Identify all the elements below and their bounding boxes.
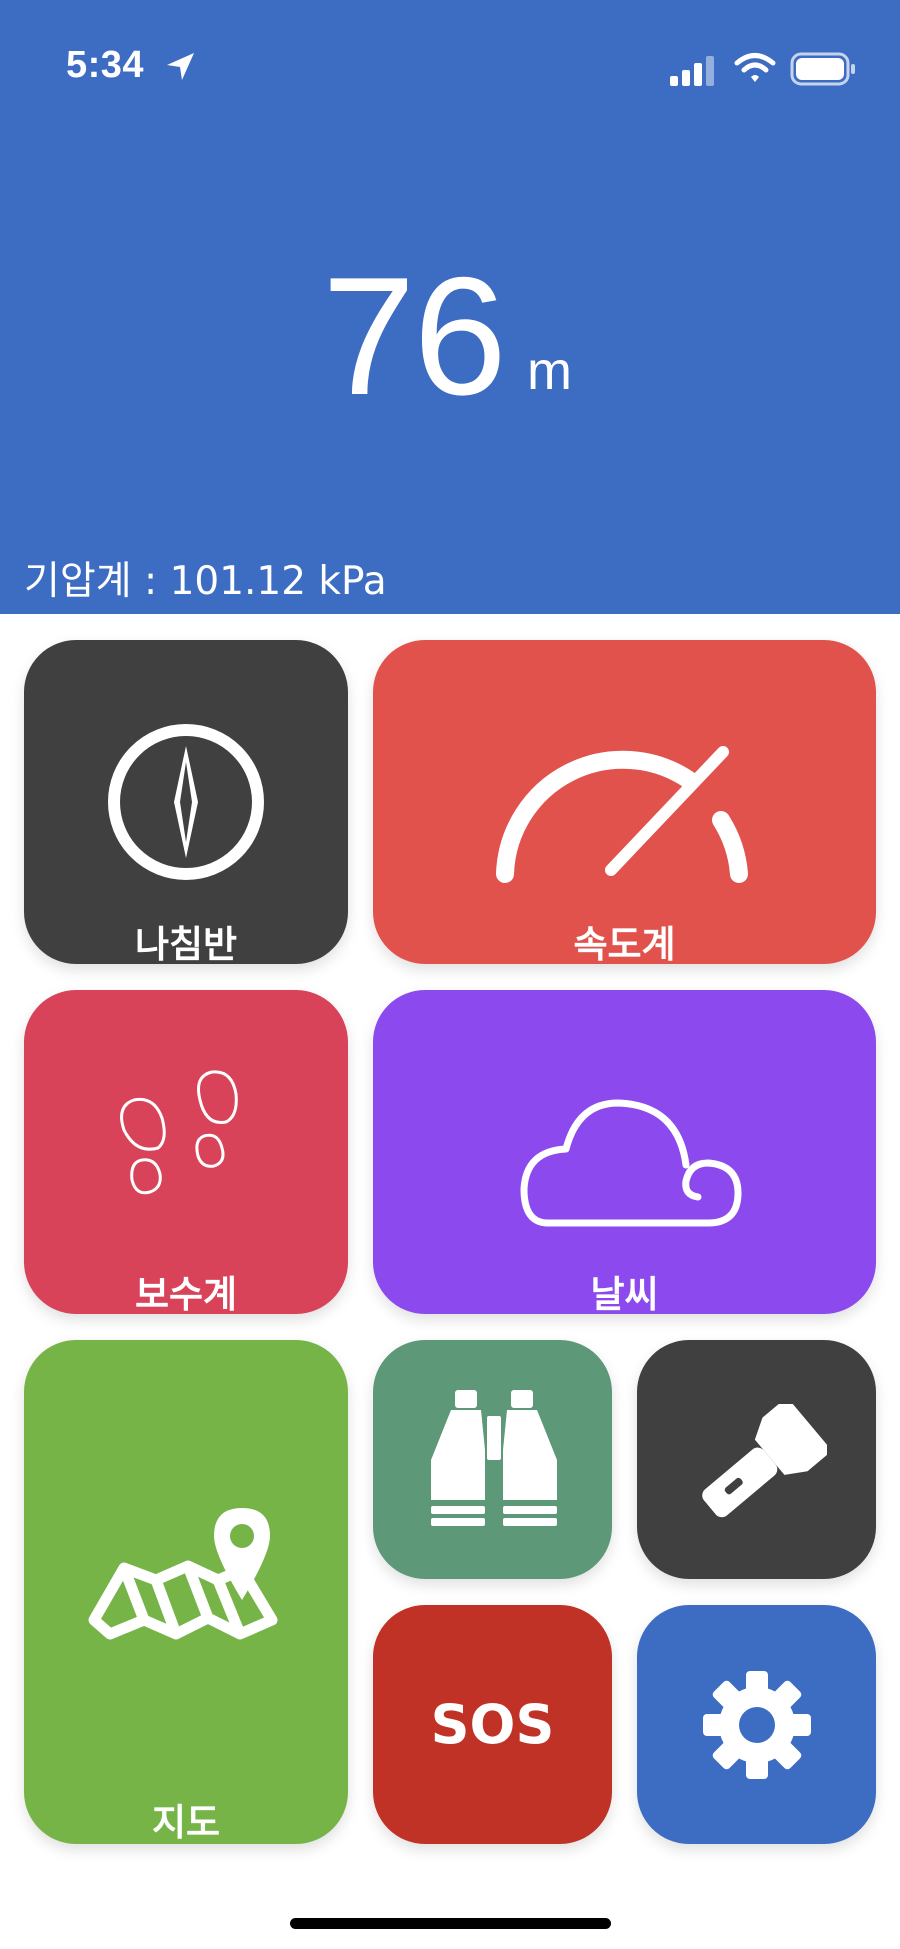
altitude-unit: m <box>527 341 572 401</box>
speedometer-tile[interactable]: 속도계 <box>373 640 876 964</box>
weather-tile[interactable]: 날씨 <box>373 990 876 1314</box>
location-arrow-icon <box>167 53 194 80</box>
altimeter-header: 5:34 76 m 기압계 : 101.12 kPa <box>0 0 900 614</box>
pedometer-tile[interactable]: 보수계 <box>24 990 348 1314</box>
status-time: 5:34 <box>66 44 145 86</box>
pedometer-label: 보수계 <box>134 1273 238 1314</box>
sos-label: SOS <box>430 1693 555 1756</box>
compass-icon <box>108 724 264 880</box>
barometer-reading: 기압계 : 101.12 kPa <box>24 559 387 604</box>
compass-label: 나침반 <box>134 923 238 964</box>
map-label: 지도 <box>151 1801 221 1844</box>
gear-icon <box>703 1671 811 1779</box>
altitude-value: 76 <box>322 242 507 430</box>
cellular-signal-icon <box>670 56 714 86</box>
sos-button[interactable]: SOS <box>373 1605 612 1844</box>
binoculars-tile[interactable] <box>373 1340 612 1579</box>
flashlight-icon <box>702 1404 827 1518</box>
home-indicator[interactable] <box>290 1918 611 1929</box>
status-bar: 5:34 <box>0 0 900 140</box>
map-pin-icon <box>88 1508 278 1640</box>
wifi-icon <box>734 53 776 82</box>
speedometer-icon <box>496 746 748 883</box>
footprints-icon <box>120 1070 238 1195</box>
battery-icon <box>790 52 855 86</box>
cloud-icon <box>520 1099 742 1227</box>
binoculars-icon <box>431 1390 557 1526</box>
weather-label: 날씨 <box>590 1273 659 1314</box>
compass-tile[interactable]: 나침반 <box>24 640 348 964</box>
speedometer-label: 속도계 <box>573 923 676 964</box>
map-tile[interactable]: 지도 <box>24 1340 348 1844</box>
settings-tile[interactable] <box>637 1605 876 1844</box>
flashlight-tile[interactable] <box>637 1340 876 1579</box>
